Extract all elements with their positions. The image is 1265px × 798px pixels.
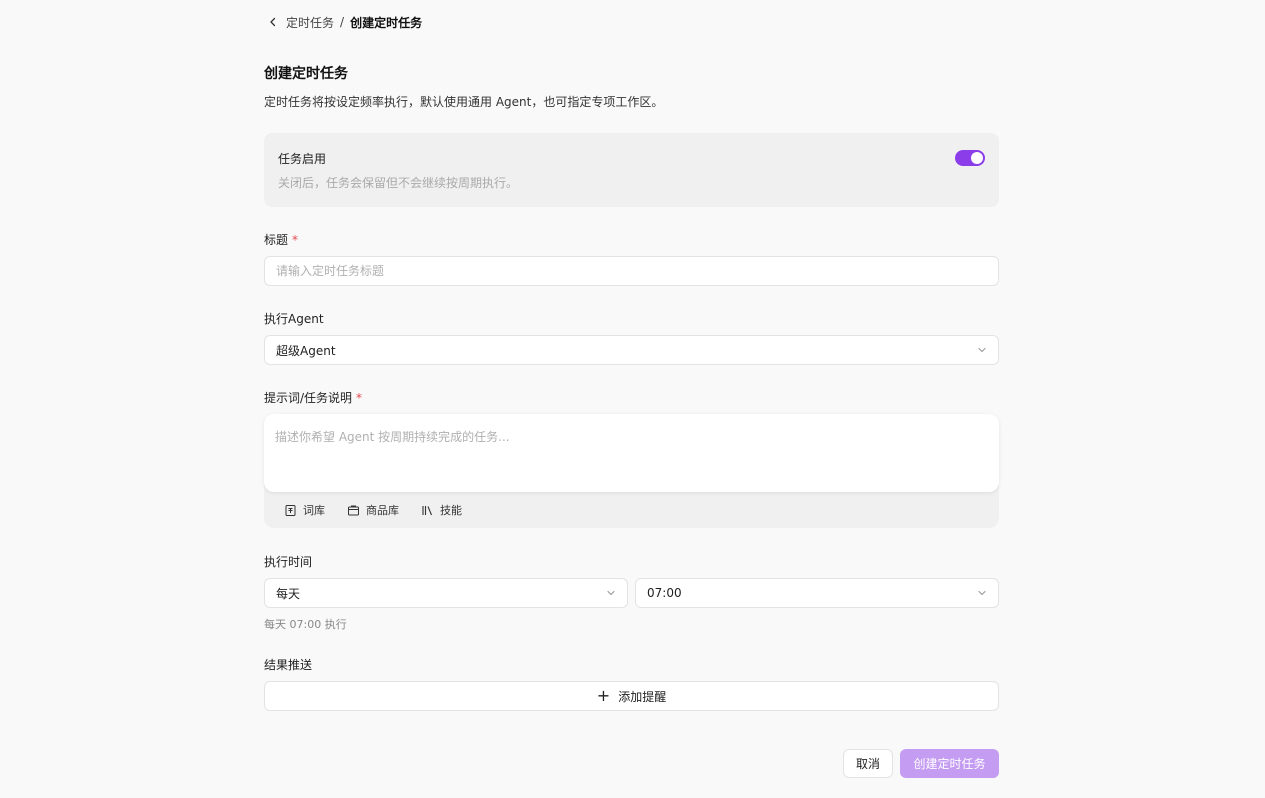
breadcrumb-current: 创建定时任务 <box>350 15 423 30</box>
tool-dictionary[interactable]: 词库 <box>284 502 325 518</box>
title-label-text: 标题 <box>264 233 289 247</box>
breadcrumb-parent-link[interactable]: 定时任务 <box>286 14 334 31</box>
add-reminder-label: 添加提醒 <box>618 689 667 704</box>
cancel-button[interactable]: 取消 <box>843 749 893 778</box>
tool-skills[interactable]: 技能 <box>421 502 462 518</box>
title-input-wrapper <box>264 256 999 286</box>
prompt-label-text: 提示词/任务说明 <box>264 391 353 405</box>
chevron-down-icon <box>607 590 615 596</box>
task-enable-card: 任务启用 关闭后，任务会保留但不会继续按周期执行。 <box>264 133 999 207</box>
back-chevron-icon[interactable] <box>266 15 280 29</box>
page-description: 定时任务将按设定频率执行，默认使用通用 Agent，也可指定专项工作区。 <box>264 95 664 109</box>
add-reminder-button[interactable]: + 添加提醒 <box>264 681 999 711</box>
chevron-down-icon <box>978 590 986 596</box>
time-select[interactable]: 07:00 <box>635 578 999 608</box>
toggle-knob <box>971 152 983 164</box>
delivery-label: 结果推送 <box>264 658 313 672</box>
tool-product-library-label: 商品库 <box>366 504 399 517</box>
page-title: 创建定时任务 <box>264 66 348 82</box>
required-mark: * <box>292 233 299 247</box>
schedule-label: 执行时间 <box>264 555 313 569</box>
prompt-label: 提示词/任务说明 * <box>264 389 362 406</box>
prompt-toolbar: 词库 商品库 技能 <box>284 502 462 518</box>
enable-description: 关闭后，任务会保留但不会继续按周期执行。 <box>278 176 519 190</box>
prompt-area: 描述你希望 Agent 按周期持续完成的任务... 词库 商品库 技能 <box>264 414 999 528</box>
skills-icon <box>422 505 433 515</box>
time-select-value: 07:00 <box>647 586 682 600</box>
required-mark: * <box>356 391 363 405</box>
breadcrumb-separator: / <box>340 15 345 29</box>
dictionary-icon <box>285 504 296 516</box>
chevron-down-icon <box>978 347 986 353</box>
tool-dictionary-label: 词库 <box>303 504 325 517</box>
product-library-icon <box>348 505 359 515</box>
create-task-button[interactable]: 创建定时任务 <box>900 749 999 778</box>
agent-select[interactable]: 超级Agent <box>264 335 999 365</box>
agent-label: 执行Agent <box>264 312 324 326</box>
breadcrumb: 定时任务 / 创建定时任务 <box>266 13 422 31</box>
frequency-select-value: 每天 <box>276 586 301 601</box>
enable-title: 任务启用 <box>278 152 327 166</box>
schedule-hint: 每天 07:00 执行 <box>264 618 347 631</box>
enable-toggle[interactable] <box>955 150 985 166</box>
title-input[interactable] <box>276 264 987 278</box>
agent-select-value: 超级Agent <box>276 343 336 358</box>
plus-icon: + <box>596 686 611 705</box>
tool-skills-label: 技能 <box>440 504 462 517</box>
frequency-select[interactable]: 每天 <box>264 578 628 608</box>
title-label: 标题 * <box>264 231 298 248</box>
tool-product-library[interactable]: 商品库 <box>347 502 399 518</box>
prompt-textarea[interactable]: 描述你希望 Agent 按周期持续完成的任务... <box>264 414 999 492</box>
